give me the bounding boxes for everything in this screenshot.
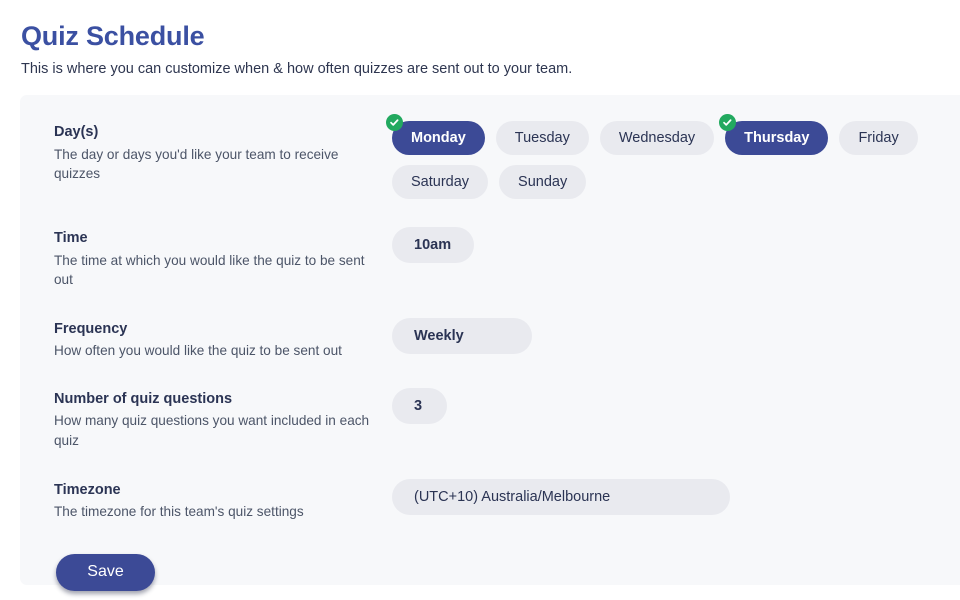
quiz-settings-card: Day(s) The day or days you'd like your t…	[20, 95, 960, 591]
time-label: Time	[54, 230, 88, 246]
day-pill-saturday[interactable]: Saturday	[392, 165, 489, 199]
day-pill-label: Thursday	[744, 130, 810, 146]
setting-row-frequency: Frequency How often you would like the q…	[20, 317, 960, 361]
save-row: Save	[20, 553, 960, 591]
day-pill-monday[interactable]: Monday	[386, 114, 485, 155]
day-pill-tuesday[interactable]: Tuesday	[495, 121, 589, 155]
days-control-column: Monday Tuesday Wednesday Thursday Friday…	[386, 114, 960, 199]
setting-row-timezone: Timezone The timezone for this team's qu…	[20, 478, 960, 522]
frequency-select[interactable]: Weekly	[392, 317, 532, 354]
timezone-control-column: (UTC+10) Australia/Melbourne	[392, 478, 960, 515]
day-pill-label: Friday	[858, 130, 899, 146]
frequency-label: Frequency	[54, 320, 128, 337]
day-pill-sunday[interactable]: Sunday	[499, 165, 587, 199]
timezone-label-column: Timezone The timezone for this team's qu…	[54, 479, 392, 522]
setting-row-question-count: Number of quiz questions How many quiz q…	[20, 387, 960, 451]
days-label: Day(s)	[54, 124, 99, 140]
frequency-label-column: Frequency How often you would like the q…	[54, 318, 392, 361]
time-label-column: Time The time at which you would like th…	[54, 227, 392, 290]
day-pill-thursday[interactable]: Thursday	[719, 114, 829, 155]
question-count-label: Number of quiz questions	[54, 390, 233, 407]
save-button[interactable]: Save	[56, 553, 155, 591]
time-description: The time at which you would like the qui…	[54, 252, 365, 288]
check-icon	[719, 114, 737, 131]
question-count-select[interactable]: 3	[392, 387, 447, 424]
time-select[interactable]: 10am	[392, 227, 474, 263]
frequency-control-column: Weekly	[392, 317, 960, 354]
day-pill-group: Monday Tuesday Wednesday Thursday Friday…	[386, 114, 960, 199]
question-count-control-column: 3	[392, 387, 960, 424]
check-icon	[386, 114, 403, 131]
days-description: The day or days you'd like your team to …	[54, 146, 339, 182]
day-pill-label: Monday	[411, 130, 466, 146]
day-pill-friday[interactable]: Friday	[839, 121, 918, 155]
setting-row-time: Time The time at which you would like th…	[20, 227, 960, 290]
page-header: Quiz Schedule This is where you can cust…	[0, 0, 960, 79]
quiz-schedule-page: Quiz Schedule This is where you can cust…	[0, 0, 960, 600]
timezone-description: The timezone for this team's quiz settin…	[54, 504, 304, 520]
day-pill-label: Tuesday	[514, 130, 570, 146]
day-pill-label: Saturday	[411, 174, 470, 190]
setting-row-days: Day(s) The day or days you'd like your t…	[20, 114, 960, 199]
day-pill-label: Wednesday	[618, 130, 696, 146]
question-count-label-column: Number of quiz questions How many quiz q…	[54, 388, 392, 451]
day-pill-label: Sunday	[518, 174, 568, 190]
day-pill-wednesday[interactable]: Wednesday	[599, 121, 715, 155]
days-label-column: Day(s) The day or days you'd like your t…	[54, 121, 392, 184]
question-count-description: How many quiz questions you want include…	[54, 413, 370, 448]
frequency-description: How often you would like the quiz to be …	[54, 343, 342, 359]
time-control-column: 10am	[392, 227, 960, 263]
page-title: Quiz Schedule	[21, 21, 205, 51]
timezone-label: Timezone	[54, 481, 121, 498]
timezone-select[interactable]: (UTC+10) Australia/Melbourne	[392, 478, 730, 515]
page-subtitle: This is where you can customize when & h…	[21, 60, 573, 77]
